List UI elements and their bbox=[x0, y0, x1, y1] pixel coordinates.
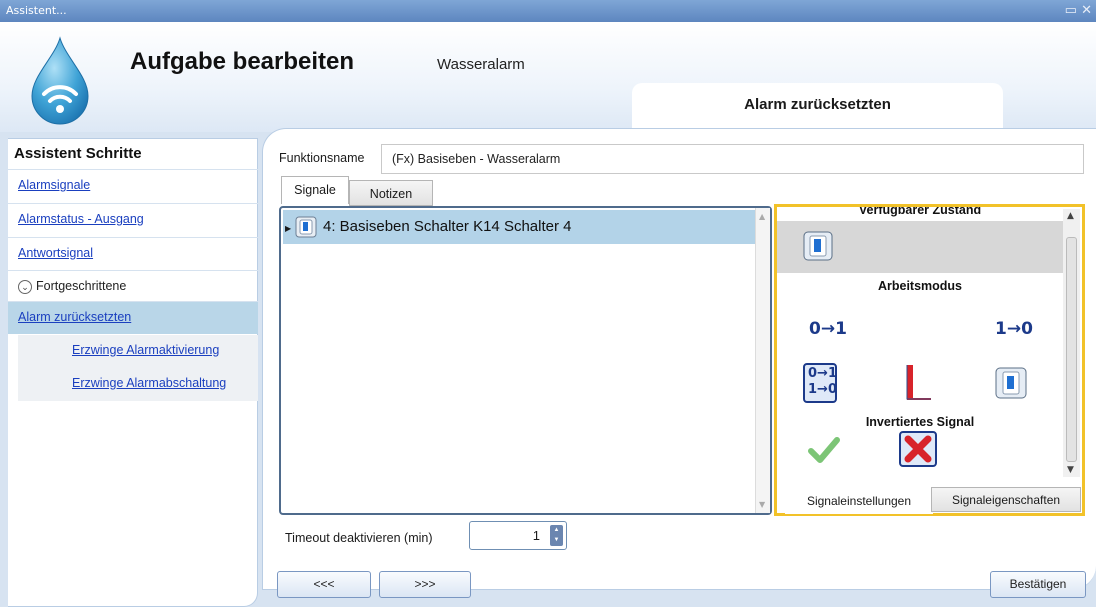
mode-both-bottom-label: 1→0 bbox=[808, 382, 837, 397]
signal-properties-panel: Verfügbarer Zustand Arbeitsmodus 0→1 1→0… bbox=[774, 204, 1085, 516]
sidebar-item-alarm-reset[interactable]: Alarm zurücksetzten bbox=[8, 301, 258, 334]
section-operating-mode: Arbeitsmodus bbox=[877, 279, 963, 293]
spin-arrows-icon[interactable]: ▲ ▼ bbox=[550, 525, 563, 546]
checkmark-icon[interactable] bbox=[807, 433, 841, 467]
section-available-state: Verfügbarer Zustand bbox=[858, 207, 982, 217]
scroll-down-icon[interactable]: ▼ bbox=[1067, 465, 1074, 475]
function-name-label: Funktionsname bbox=[279, 151, 365, 165]
wizard-steps-sidebar: Assistent Schritte Alarmsignale Alarmsta… bbox=[8, 138, 258, 607]
window-controls[interactable]: ▭ ✕ bbox=[1065, 0, 1092, 22]
close-icon[interactable]: ✕ bbox=[1081, 3, 1092, 18]
window-titlebar: Assistent... ▭ ✕ bbox=[0, 0, 1096, 22]
sidebar-title: Assistent Schritte bbox=[14, 145, 142, 162]
list-item[interactable]: ▶ 4: Basiseben Schalter K14 Schalter 4 bbox=[283, 210, 757, 244]
sidebar-item-advanced-label: Fortgeschrittene bbox=[36, 279, 127, 293]
page-subtitle: Wasseralarm bbox=[437, 56, 525, 73]
sidebar-item-advanced[interactable]: ⌄ Fortgeschrittene bbox=[8, 270, 258, 303]
signal-list[interactable]: ▶ 4: Basiseben Schalter K14 Schalter 4 ▲… bbox=[279, 206, 772, 515]
switch-state-icon[interactable] bbox=[803, 231, 833, 261]
scroll-thumb[interactable] bbox=[1066, 237, 1077, 462]
timeout-value: 1 bbox=[532, 528, 540, 543]
header: Aufgabe bearbeiten Wasseralarm Alarm zur… bbox=[0, 22, 1096, 132]
window-title: Assistent... bbox=[6, 4, 67, 17]
tab-signale[interactable]: Signale bbox=[281, 176, 349, 204]
mode-both-top-label: 0→1 bbox=[808, 366, 837, 381]
confirm-button[interactable]: Bestätigen bbox=[990, 571, 1086, 598]
water-drop-wifi-icon bbox=[31, 36, 89, 125]
main-panel: Funktionsname (Fx) Basiseben - Wasserala… bbox=[262, 128, 1096, 590]
properties-content: Verfügbarer Zustand Arbeitsmodus 0→1 1→0… bbox=[777, 207, 1063, 482]
next-button[interactable]: >>> bbox=[379, 571, 471, 598]
page-title: Aufgabe bearbeiten bbox=[130, 48, 355, 75]
sidebar-item-force-deactivation[interactable]: Erzwinge Alarmabschaltung bbox=[18, 368, 258, 401]
timeout-label: Timeout deaktivieren (min) bbox=[285, 531, 433, 545]
mode-falling-edge-button[interactable]: 1→0 bbox=[995, 319, 1033, 339]
maximize-icon[interactable]: ▭ bbox=[1065, 3, 1077, 18]
mode-rising-edge-button[interactable]: 0→1 bbox=[809, 319, 847, 339]
inverted-off-button[interactable] bbox=[899, 431, 937, 467]
scroll-up-icon[interactable]: ▲ bbox=[1067, 211, 1074, 221]
back-button[interactable]: <<< bbox=[277, 571, 371, 598]
sidebar-item-alarmstatus[interactable]: Alarmstatus - Ausgang bbox=[8, 203, 258, 236]
function-name-input[interactable]: (Fx) Basiseben - Wasseralarm bbox=[381, 144, 1084, 174]
tab-signal-properties[interactable]: Signaleigenschaften bbox=[931, 487, 1081, 512]
mode-both-edges-button[interactable]: 0→1 1→0 bbox=[803, 363, 837, 403]
chevron-down-icon[interactable]: ⌄ bbox=[18, 279, 32, 294]
red-x-icon bbox=[904, 435, 932, 463]
tab-notizen[interactable]: Notizen bbox=[349, 180, 433, 206]
sidebar-item-antwortsignal[interactable]: Antwortsignal bbox=[8, 237, 258, 270]
sidebar-item-alarmsignale[interactable]: Alarmsignale bbox=[8, 169, 258, 202]
pulse-mode-icon[interactable] bbox=[899, 363, 933, 403]
row-marker-icon: ▶ bbox=[285, 224, 292, 233]
switch-icon bbox=[295, 216, 317, 238]
timeout-stepper[interactable]: 1 ▲ ▼ bbox=[469, 521, 567, 550]
list-scrollbar[interactable]: ▲ ▼ bbox=[755, 208, 770, 513]
switch-mode-icon[interactable] bbox=[995, 367, 1027, 399]
current-step-tab: Alarm zurücksetzten bbox=[632, 83, 1003, 128]
signal-label: 4: Basiseben Schalter K14 Schalter 4 bbox=[323, 218, 572, 235]
state-band bbox=[777, 221, 1063, 273]
scroll-up-icon[interactable]: ▲ bbox=[759, 212, 765, 221]
sidebar-item-force-activation[interactable]: Erzwinge Alarmaktivierung bbox=[18, 335, 258, 368]
section-inverted-signal: Invertiertes Signal bbox=[865, 415, 975, 429]
scroll-down-icon[interactable]: ▼ bbox=[759, 500, 765, 509]
properties-scrollbar[interactable]: ▲ ▼ bbox=[1063, 209, 1080, 477]
tab-signal-settings[interactable]: Signaleinstellungen bbox=[785, 489, 933, 514]
